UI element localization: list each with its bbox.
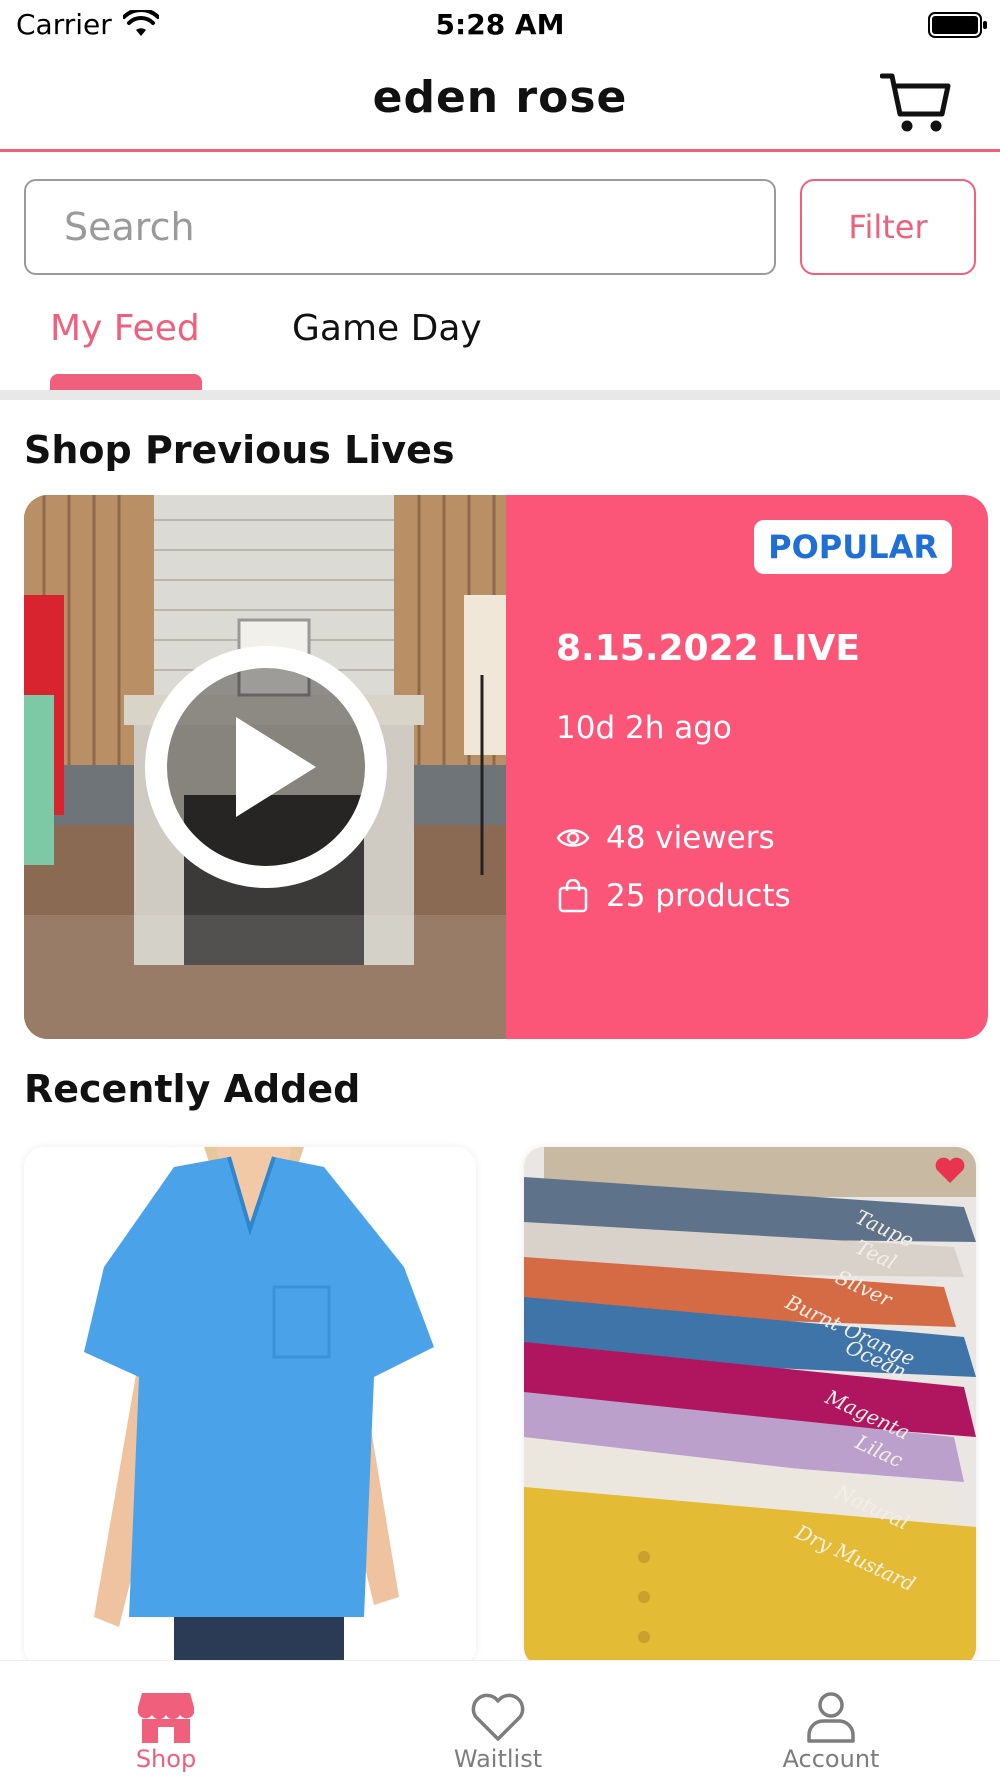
- nav-item-shop[interactable]: Shop: [56, 1661, 276, 1778]
- status-bar: Carrier 5:28 AM: [0, 0, 1000, 50]
- person-icon: [807, 1692, 855, 1743]
- viewers-stat: 48 viewers: [556, 820, 775, 856]
- live-video-thumbnail[interactable]: [24, 495, 506, 1039]
- nav-label-waitlist: Waitlist: [453, 1745, 543, 1773]
- product-image-blue-top: [24, 1147, 476, 1667]
- status-time: 5:28 AM: [435, 8, 565, 41]
- search-input[interactable]: [24, 179, 776, 275]
- shopping-bag-icon: [558, 879, 588, 913]
- nav-item-waitlist[interactable]: Waitlist: [388, 1661, 608, 1778]
- eye-icon: [556, 829, 590, 847]
- heart-icon: [471, 1693, 525, 1741]
- product-image-gauze-tops: Taupe Teal Silver Burnt Orange Ocean Mag…: [524, 1147, 976, 1667]
- tab-my-feed[interactable]: My Feed: [50, 308, 200, 349]
- feed-tabs: My Feed Game Day: [0, 300, 1000, 390]
- live-title: 8.15.2022 LIVE: [556, 628, 861, 669]
- play-icon[interactable]: [144, 645, 388, 889]
- favorite-heart-icon[interactable]: [934, 1155, 966, 1185]
- live-info-panel: POPULAR 8.15.2022 LIVE 10d 2h ago 48 vie…: [506, 495, 988, 1039]
- app-title: eden rose: [372, 72, 628, 123]
- live-card[interactable]: POPULAR 8.15.2022 LIVE 10d 2h ago 48 vie…: [24, 495, 988, 1039]
- products-count: 25 products: [606, 878, 791, 914]
- battery-icon: [928, 12, 987, 38]
- bottom-nav: Shop Waitlist Account: [0, 1660, 1000, 1778]
- live-time-ago: 10d 2h ago: [556, 710, 732, 746]
- tabs-divider: [0, 390, 1000, 400]
- shop-icon: [138, 1693, 194, 1743]
- nav-item-account[interactable]: Account: [721, 1661, 941, 1778]
- section-title-previous-lives: Shop Previous Lives: [24, 428, 455, 472]
- nav-label-account: Account: [782, 1745, 880, 1773]
- product-card[interactable]: [24, 1147, 476, 1667]
- app-header: eden rose: [0, 52, 1000, 152]
- nav-label-shop: Shop: [135, 1745, 197, 1773]
- filter-button[interactable]: Filter: [800, 179, 976, 275]
- section-title-recently-added: Recently Added: [24, 1067, 361, 1111]
- product-card[interactable]: Taupe Teal Silver Burnt Orange Ocean Mag…: [524, 1147, 976, 1667]
- tab-game-day[interactable]: Game Day: [292, 308, 482, 349]
- active-tab-indicator: [50, 374, 202, 390]
- viewers-count: 48 viewers: [606, 820, 775, 856]
- popular-badge: POPULAR: [754, 520, 952, 574]
- products-stat: 25 products: [556, 878, 791, 914]
- cart-icon[interactable]: [880, 70, 952, 136]
